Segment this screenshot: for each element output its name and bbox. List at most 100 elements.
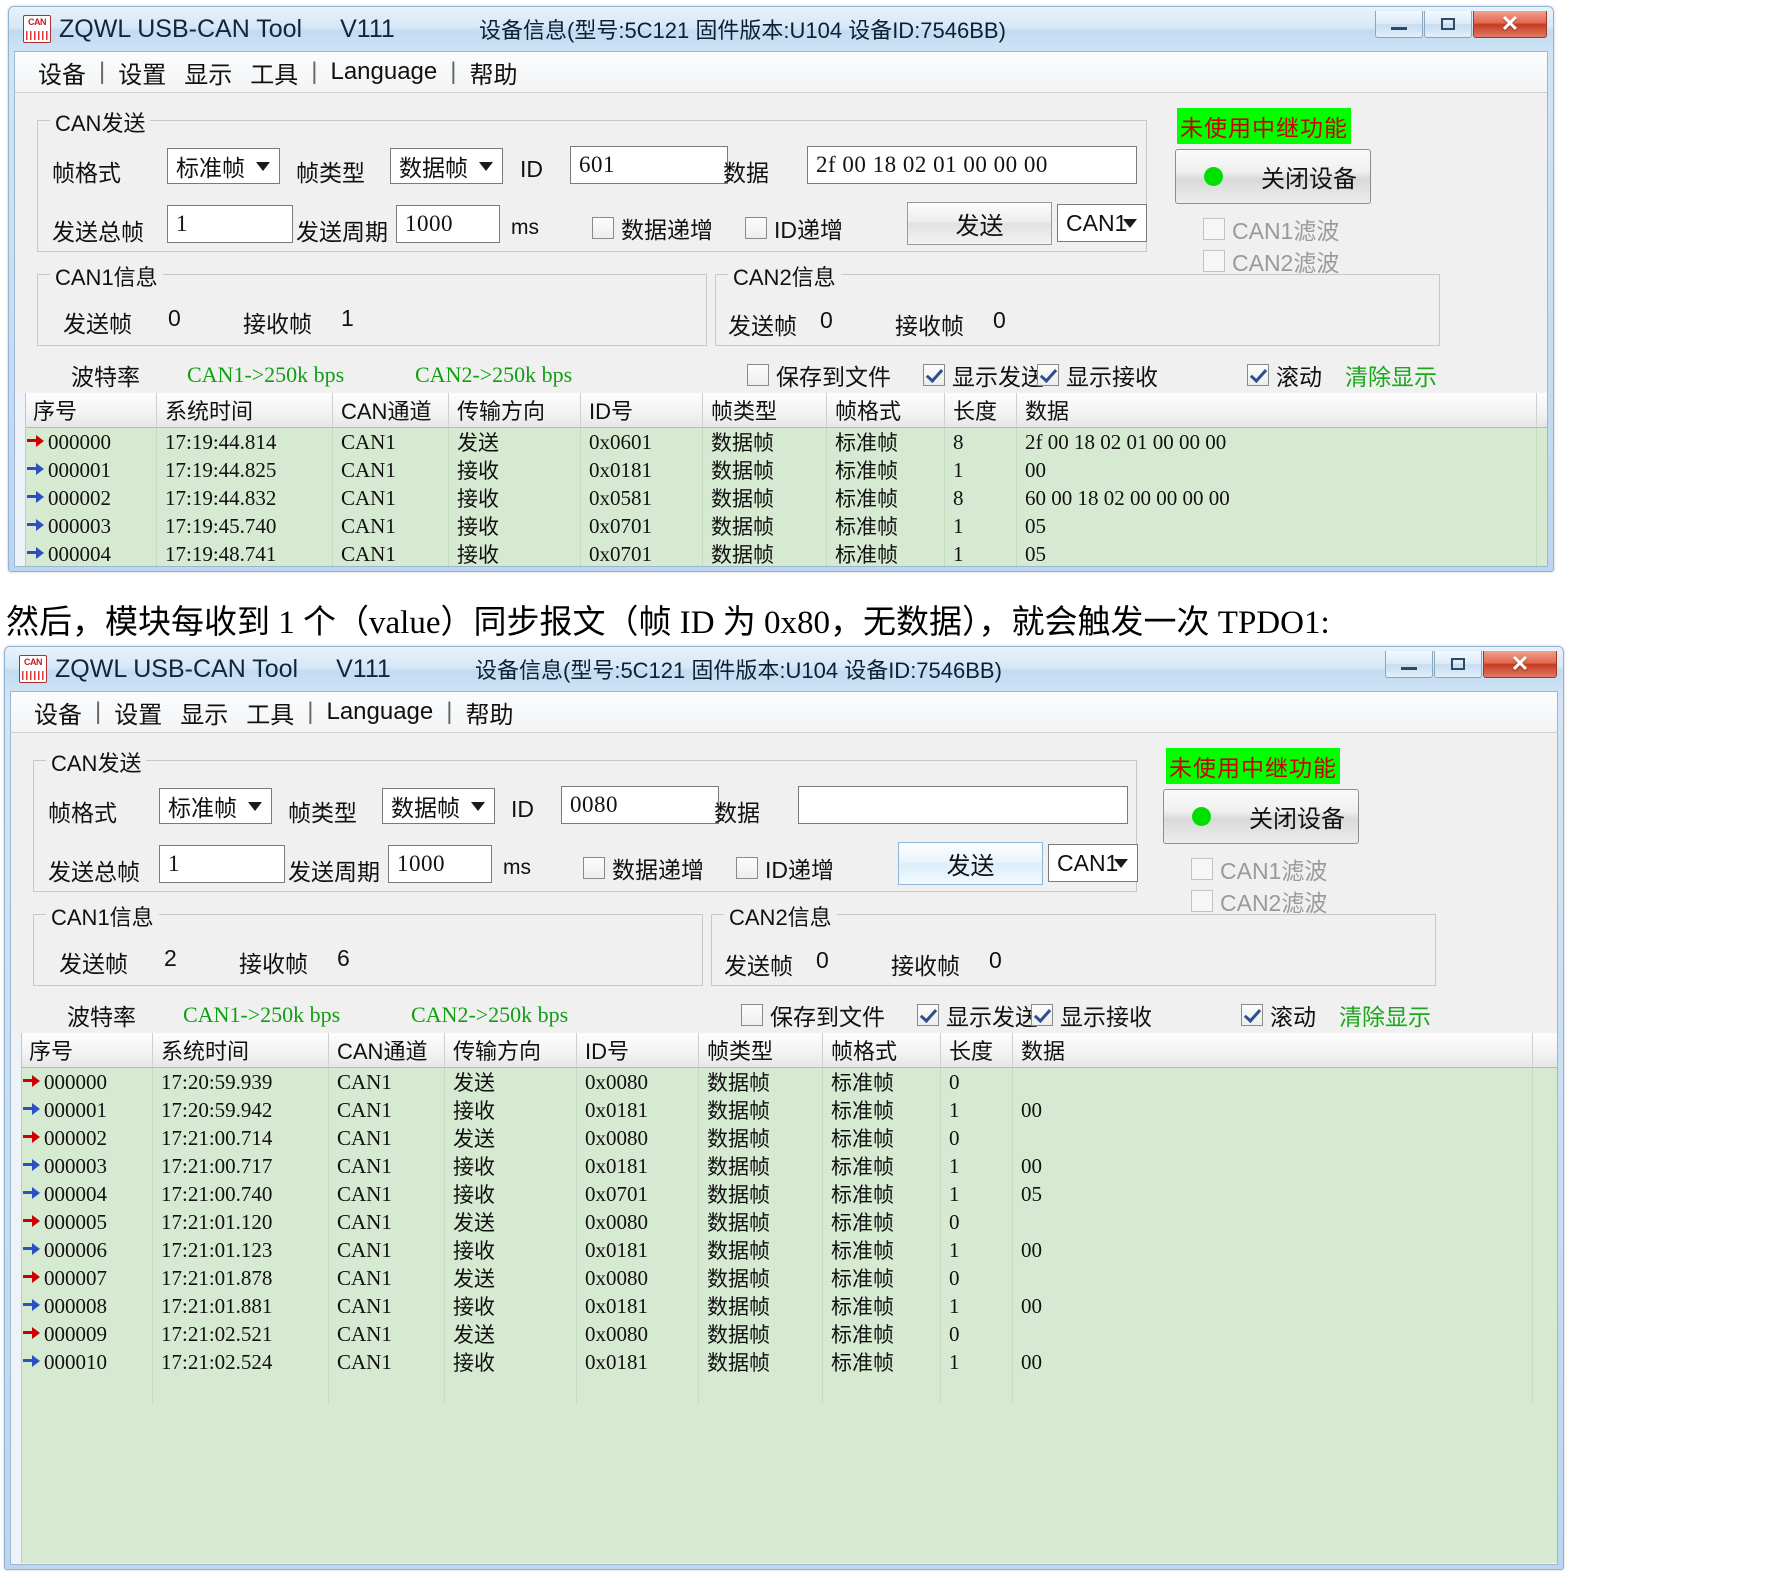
data-input[interactable] — [798, 786, 1128, 824]
minimize-icon[interactable] — [1385, 651, 1433, 678]
frame-type-select[interactable]: 数据帧 — [382, 788, 495, 824]
menu-item-device[interactable]: 设备 — [25, 695, 91, 730]
clear-display-button[interactable]: 清除显示 — [1339, 998, 1431, 1032]
table-row[interactable]: 00000717:21:01.878CAN1发送0x0080数据帧标准帧0 — [21, 1264, 1557, 1292]
cell-sequence: 000009 — [44, 1322, 107, 1347]
send-period-input[interactable]: 1000 — [388, 845, 492, 883]
cell-id: 0x0601 — [581, 428, 703, 456]
column-header-7[interactable]: 帧格式 — [823, 1033, 941, 1067]
id-input[interactable]: 601 — [570, 146, 728, 184]
table-row[interactable]: 00000817:21:01.881CAN1接收0x0181数据帧标准帧100 — [21, 1292, 1557, 1320]
send-channel-select[interactable]: CAN1 — [1057, 204, 1147, 242]
data-increment-checkbox[interactable]: 数据递增 — [592, 211, 713, 245]
send-period-input[interactable]: 1000 — [396, 205, 500, 243]
menu-item-tools[interactable]: 工具 — [241, 55, 307, 90]
table-row[interactable]: 00000617:21:01.123CAN1接收0x0181数据帧标准帧100 — [21, 1236, 1557, 1264]
send-button[interactable]: 发送 — [898, 842, 1043, 885]
table-row[interactable]: 00000317:21:00.717CAN1接收0x0181数据帧标准帧100 — [21, 1152, 1557, 1180]
can1-rx-value: 1 — [341, 305, 354, 332]
menu-item-display[interactable]: 显示 — [175, 55, 241, 90]
show-tx-checkbox[interactable]: 显示发送 — [923, 358, 1044, 392]
column-header-5[interactable]: ID号 — [581, 393, 703, 427]
close-device-button[interactable]: 关闭设备 — [1175, 149, 1371, 204]
send-button[interactable]: 发送 — [907, 202, 1052, 245]
can-send-group-legend: CAN发送 — [50, 106, 150, 138]
column-header-6[interactable]: 帧类型 — [699, 1033, 823, 1067]
menu-item-help[interactable]: 帮助 — [460, 55, 526, 90]
frame-format-select[interactable]: 标准帧 — [159, 788, 272, 824]
column-header-8[interactable]: 长度 — [945, 393, 1017, 427]
table-row[interactable]: 00000417:21:00.740CAN1接收0x0701数据帧标准帧105 — [21, 1180, 1557, 1208]
can2-filter-checkbox[interactable]: CAN2滤波 — [1191, 884, 1327, 918]
column-header-5[interactable]: ID号 — [577, 1033, 699, 1067]
table-row[interactable]: 00000317:19:45.740CAN1接收0x0701数据帧标准帧105 — [25, 512, 1547, 540]
menu-item-settings[interactable]: 设置 — [105, 695, 171, 730]
menu-item-device[interactable]: 设备 — [29, 55, 95, 90]
can2-filter-checkbox[interactable]: CAN2滤波 — [1203, 244, 1339, 278]
id-increment-checkbox[interactable]: ID递增 — [736, 851, 834, 885]
column-header-2[interactable]: 系统时间 — [157, 393, 333, 427]
close-device-button[interactable]: 关闭设备 — [1163, 789, 1359, 844]
id-increment-checkbox[interactable]: ID递增 — [745, 211, 843, 245]
cell-frame-format: 标准帧 — [827, 540, 945, 567]
menu-item-tools[interactable]: 工具 — [237, 695, 303, 730]
clear-display-button[interactable]: 清除显示 — [1345, 358, 1437, 392]
table-row[interactable]: 00000417:19:48.741CAN1接收0x0701数据帧标准帧105 — [25, 540, 1547, 567]
total-frames-input[interactable]: 1 — [167, 205, 293, 243]
data-increment-checkbox[interactable]: 数据递增 — [583, 851, 704, 885]
table-row[interactable]: 00000117:19:44.825CAN1接收0x0181数据帧标准帧100 — [25, 456, 1547, 484]
menu-item-help[interactable]: 帮助 — [456, 695, 522, 730]
cell-data: 05 — [1013, 1180, 1533, 1208]
menu-item-display[interactable]: 显示 — [171, 695, 237, 730]
column-header-4[interactable]: 传输方向 — [445, 1033, 577, 1067]
cell-frame-type: 数据帧 — [699, 1180, 823, 1208]
save-to-file-checkbox[interactable]: 保存到文件 — [747, 358, 891, 392]
can1-filter-checkbox[interactable]: CAN1滤波 — [1203, 212, 1339, 246]
table-row[interactable]: 00000917:21:02.521CAN1发送0x0080数据帧标准帧0 — [21, 1320, 1557, 1348]
show-rx-checkbox[interactable]: 显示接收 — [1031, 998, 1152, 1032]
table-row[interactable]: 00001017:21:02.524CAN1接收0x0181数据帧标准帧100 — [21, 1348, 1557, 1376]
cell-direction: 发送 — [445, 1208, 577, 1236]
column-header-8[interactable]: 长度 — [941, 1033, 1013, 1067]
frame-format-select[interactable]: 标准帧 — [167, 148, 280, 184]
minimize-icon[interactable] — [1375, 11, 1423, 38]
total-frames-input[interactable]: 1 — [159, 845, 285, 883]
table-row[interactable]: 00000117:20:59.942CAN1接收0x0181数据帧标准帧100 — [21, 1096, 1557, 1124]
column-header-7[interactable]: 帧格式 — [827, 393, 945, 427]
column-header-2[interactable]: 系统时间 — [153, 1033, 329, 1067]
menu-item-language[interactable]: Language — [317, 698, 442, 726]
show-rx-checkbox[interactable]: 显示接收 — [1037, 358, 1158, 392]
window-2-titlebar[interactable]: CAN ZQWL USB-CAN Tool V111 设备信息(型号:5C121… — [5, 647, 1563, 691]
table-row[interactable]: 00000517:21:01.120CAN1发送0x0080数据帧标准帧0 — [21, 1208, 1557, 1236]
scroll-checkbox[interactable]: 滚动 — [1247, 358, 1322, 392]
column-header-4[interactable]: 传输方向 — [449, 393, 581, 427]
data-input[interactable]: 2f 00 18 02 01 00 00 00 — [807, 146, 1137, 184]
cell-frame-type: 数据帧 — [699, 1264, 823, 1292]
tx-arrow-icon — [23, 1326, 42, 1342]
id-input[interactable]: 0080 — [561, 786, 719, 824]
save-to-file-checkbox[interactable]: 保存到文件 — [741, 998, 885, 1032]
menu-item-language[interactable]: Language — [321, 58, 446, 86]
send-channel-select[interactable]: CAN1 — [1048, 844, 1138, 882]
table-row[interactable]: 00000017:19:44.814CAN1发送0x0601数据帧标准帧82f … — [25, 428, 1547, 456]
show-tx-checkbox[interactable]: 显示发送 — [917, 998, 1038, 1032]
close-icon[interactable]: ✕ — [1473, 11, 1547, 38]
column-header-1[interactable]: 序号 — [25, 393, 157, 427]
table-row[interactable]: 00000017:20:59.939CAN1发送0x0080数据帧标准帧0 — [21, 1068, 1557, 1096]
table-row[interactable]: 00000217:21:00.714CAN1发送0x0080数据帧标准帧0 — [21, 1124, 1557, 1152]
scroll-checkbox[interactable]: 滚动 — [1241, 998, 1316, 1032]
maximize-icon[interactable] — [1424, 11, 1472, 38]
frame-type-select[interactable]: 数据帧 — [390, 148, 503, 184]
column-header-9[interactable]: 数据 — [1013, 1033, 1533, 1067]
column-header-3[interactable]: CAN通道 — [329, 1033, 445, 1067]
column-header-1[interactable]: 序号 — [21, 1033, 153, 1067]
table-row[interactable]: 00000217:19:44.832CAN1接收0x0581数据帧标准帧860 … — [25, 484, 1547, 512]
column-header-3[interactable]: CAN通道 — [333, 393, 449, 427]
menu-item-settings[interactable]: 设置 — [109, 55, 175, 90]
column-header-6[interactable]: 帧类型 — [703, 393, 827, 427]
maximize-icon[interactable] — [1434, 651, 1482, 678]
close-icon[interactable]: ✕ — [1483, 651, 1557, 678]
window-1-titlebar[interactable]: CAN ZQWL USB-CAN Tool V111 设备信息(型号:5C121… — [9, 7, 1553, 51]
column-header-9[interactable]: 数据 — [1017, 393, 1537, 427]
can1-filter-checkbox[interactable]: CAN1滤波 — [1191, 852, 1327, 886]
